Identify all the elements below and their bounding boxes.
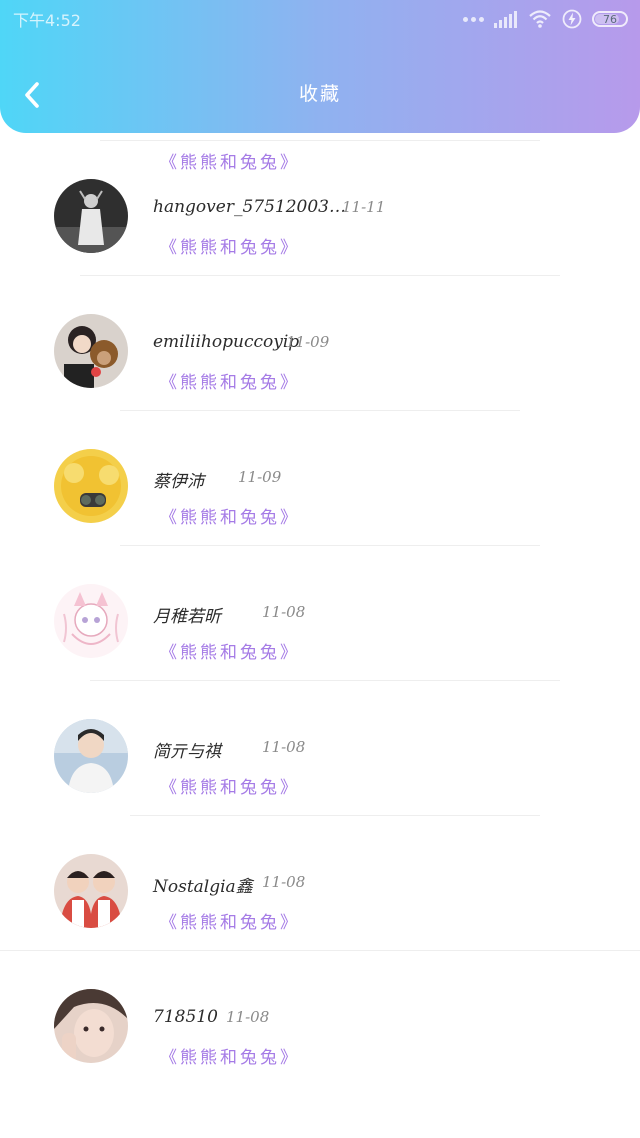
avatar-image	[54, 314, 128, 388]
timestamp: 11-09	[238, 468, 282, 486]
battery-level: 76	[603, 12, 617, 26]
avatar[interactable]	[54, 989, 128, 1063]
timestamp: 11-08	[262, 738, 306, 756]
timestamp: 11-08	[262, 603, 306, 621]
user-name: 蔡伊沛	[153, 472, 204, 492]
collection-title[interactable]: 《熊熊和兔兔》	[160, 1043, 300, 1068]
timestamp: 11-09	[286, 333, 330, 351]
avatar-image	[54, 449, 128, 523]
avatar[interactable]	[54, 584, 128, 658]
list-item[interactable]: 简亓与祺 11-08 《熊熊和兔兔》	[0, 681, 640, 816]
user-name: 月稚若昕	[153, 607, 221, 627]
page-title: 收藏	[298, 83, 341, 105]
wifi-icon	[529, 10, 551, 28]
charging-icon	[562, 9, 582, 29]
collection-title[interactable]: 《熊熊和兔兔》	[160, 908, 300, 933]
list-item[interactable]: Nostalgia鑫 11-08 《熊熊和兔兔》	[0, 816, 640, 951]
user-name: 简亓与祺	[153, 742, 221, 762]
list-item[interactable]: emiliihopuccoyip 11-09 《熊熊和兔兔》	[0, 276, 640, 411]
avatar-image	[54, 584, 128, 658]
status-bar: 下午4:52 76	[0, 0, 640, 36]
avatar-image	[54, 179, 128, 253]
avatar[interactable]	[54, 179, 128, 253]
notification-dots-icon	[463, 16, 484, 22]
avatar[interactable]	[54, 314, 128, 388]
timestamp: 11-11	[342, 198, 386, 216]
avatar-image	[54, 989, 128, 1063]
status-time: 下午4:52	[13, 11, 81, 30]
status-icons: 76	[463, 8, 628, 30]
user-name: 718510	[153, 1007, 218, 1027]
user-name: Nostalgia鑫	[153, 877, 253, 897]
collection-title[interactable]: 《熊熊和兔兔》	[160, 368, 300, 393]
list-item[interactable]: 月稚若昕 11-08 《熊熊和兔兔》	[0, 546, 640, 681]
avatar-image	[54, 719, 128, 793]
avatar[interactable]	[54, 449, 128, 523]
avatar[interactable]	[54, 854, 128, 928]
list-item[interactable]: 蔡伊沛 11-09 《熊熊和兔兔》	[0, 411, 640, 546]
avatar[interactable]	[54, 719, 128, 793]
signal-icon	[494, 11, 517, 28]
user-name: hangover_57512003…	[153, 197, 346, 217]
battery-icon: 76	[592, 11, 628, 27]
favorites-list: 《熊熊和兔兔》 hangover_57512003… 11-11 《熊熊和兔兔》	[0, 0, 640, 1086]
timestamp: 11-08	[262, 873, 306, 891]
list-item[interactable]: hangover_57512003… 11-11 《熊熊和兔兔》	[0, 141, 640, 276]
collection-title[interactable]: 《熊熊和兔兔》	[160, 773, 300, 798]
app-header: 下午4:52 76 收藏	[0, 0, 640, 133]
list-item[interactable]: 718510 11-08 《熊熊和兔兔》	[0, 951, 640, 1086]
timestamp: 11-08	[226, 1008, 270, 1026]
collection-title[interactable]: 《熊熊和兔兔》	[160, 638, 300, 663]
user-name: emiliihopuccoyip	[153, 332, 300, 352]
avatar-image	[54, 854, 128, 928]
collection-title[interactable]: 《熊熊和兔兔》	[160, 503, 300, 528]
collection-title[interactable]: 《熊熊和兔兔》	[160, 233, 300, 258]
